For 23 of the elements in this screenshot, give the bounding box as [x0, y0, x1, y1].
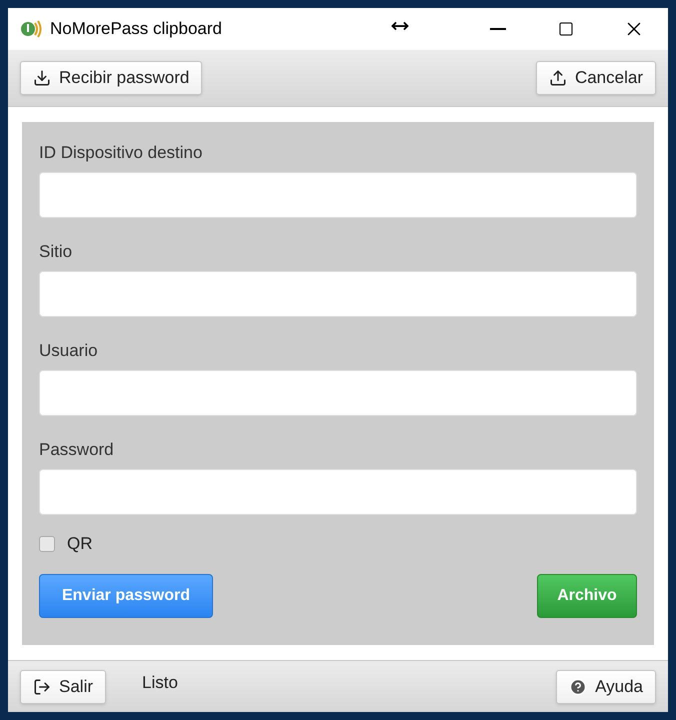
field-label: ID Dispositivo destino — [39, 142, 204, 164]
field-label: Sitio — [39, 241, 74, 263]
maximize-icon — [558, 21, 574, 37]
input-field[interactable] — [39, 271, 637, 317]
qr-label: QR — [67, 533, 92, 556]
minimize-icon — [490, 28, 506, 30]
field-label: Password — [39, 439, 115, 461]
input-field[interactable] — [39, 370, 637, 416]
app-logo-icon — [20, 19, 42, 39]
receive-password-button[interactable]: Recibir password — [20, 61, 202, 95]
exit-button[interactable]: Salir — [20, 670, 106, 704]
help-button[interactable]: Ayuda — [556, 670, 656, 704]
input-field[interactable] — [39, 469, 637, 515]
cancel-button[interactable]: Cancelar — [536, 61, 656, 95]
qr-checkbox[interactable] — [39, 536, 55, 552]
help-icon — [569, 678, 588, 696]
download-icon — [33, 69, 51, 87]
input-field[interactable] — [39, 172, 637, 218]
status-text: Listo — [142, 672, 178, 694]
exit-icon — [33, 678, 51, 696]
window-title: NoMorePass clipboard — [50, 18, 222, 40]
field-label: Usuario — [39, 340, 99, 362]
upload-icon — [548, 69, 567, 87]
